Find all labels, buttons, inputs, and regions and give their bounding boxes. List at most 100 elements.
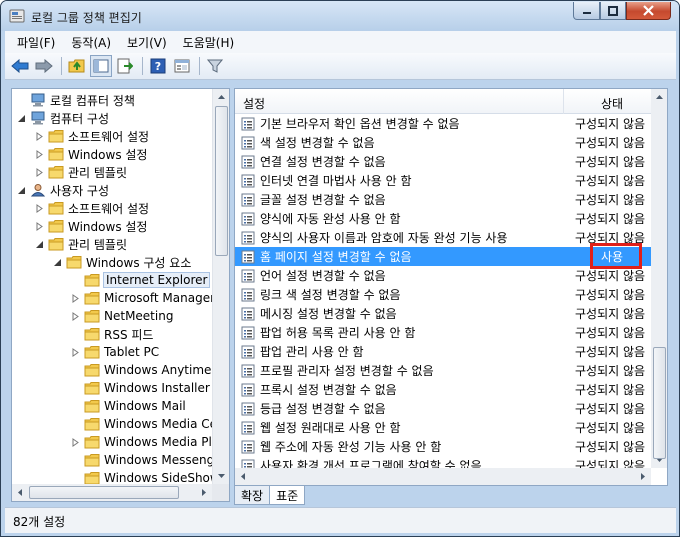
list-scroll-thumb[interactable] xyxy=(653,347,666,459)
policy-row[interactable]: 프로필 관리자 설정 변경할 수 없음 구성되지 않음 xyxy=(235,361,651,380)
policy-row[interactable]: 연결 설정 변경할 수 없음 구성되지 않음 xyxy=(235,152,651,171)
tree-item[interactable]: 관리 템플릿 xyxy=(34,163,127,181)
policy-row[interactable]: 글꼴 설정 변경할 수 없음 구성되지 않음 xyxy=(235,190,651,209)
tree-item[interactable]: Windows Media Cent xyxy=(70,415,229,433)
collapsed-arrow-icon[interactable] xyxy=(34,149,44,159)
tree-item[interactable]: 사용자 구성 xyxy=(16,181,109,199)
policy-row[interactable]: 팝업 허용 목록 관리 사용 안 함 구성되지 않음 xyxy=(235,323,651,342)
tree-item[interactable]: Windows Messenger xyxy=(70,451,227,469)
scroll-up-icon[interactable] xyxy=(651,89,668,106)
collapsed-arrow-icon[interactable] xyxy=(70,311,80,321)
policy-row[interactable]: 양식의 사용자 이름과 암호에 자동 완성 기능 사용 구성되지 않음 xyxy=(235,228,651,247)
scroll-left-icon[interactable] xyxy=(12,484,29,501)
menu-help[interactable]: 도움말(H) xyxy=(175,34,243,51)
expanded-arrow-icon[interactable] xyxy=(16,113,26,123)
expanded-arrow-icon[interactable] xyxy=(52,257,62,267)
folder-icon xyxy=(84,327,100,341)
tab-standard[interactable]: 표준 xyxy=(269,486,306,505)
tree-item[interactable]: 소프트웨어 설정 xyxy=(34,199,149,217)
menu-view[interactable]: 보기(V) xyxy=(119,34,175,51)
column-header-setting[interactable]: 설정 xyxy=(243,95,265,112)
scroll-right-icon[interactable] xyxy=(195,484,212,501)
list-pane[interactable]: 설정 상태 기본 브라우저 확인 옵션 변경할 수 없음 구성되지 않음 색 설정 … xyxy=(234,88,668,486)
collapsed-arrow-icon[interactable] xyxy=(70,437,80,447)
expanded-arrow-icon[interactable] xyxy=(16,185,26,195)
collapsed-arrow-icon[interactable] xyxy=(70,347,80,357)
menu-bar: 파일(F) 동작(A) 보기(V) 도움말(H) xyxy=(5,31,676,53)
tree-item[interactable]: Windows Installer xyxy=(70,379,210,397)
maximize-button[interactable] xyxy=(600,2,626,20)
tree-vertical-scrollbar[interactable] xyxy=(212,89,229,484)
tree-item-label: Windows Messenger xyxy=(104,453,227,467)
tree-item[interactable]: Tablet PC xyxy=(70,343,159,361)
collapsed-arrow-icon[interactable] xyxy=(34,131,44,141)
tree-horizontal-scrollbar[interactable] xyxy=(12,484,212,501)
minimize-button[interactable] xyxy=(573,2,600,20)
tree-item[interactable]: Microsoft Management xyxy=(70,289,229,307)
tree-pane[interactable]: 로컬 컴퓨터 정책 컴퓨터 구성 소프트웨어 설정 Windows 설정 관리 템플릿 사… xyxy=(11,88,230,502)
policy-row[interactable]: 팝업 관리 사용 안 함 구성되지 않음 xyxy=(235,342,651,361)
policy-row[interactable]: 양식에 자동 완성 사용 안 함 구성되지 않음 xyxy=(235,209,651,228)
scroll-up-icon[interactable] xyxy=(213,89,230,106)
policy-row[interactable]: 언어 설정 변경할 수 없음 구성되지 않음 xyxy=(235,266,651,285)
tree-item[interactable]: NetMeeting xyxy=(70,307,173,325)
tree-item[interactable]: Windows 설정 xyxy=(34,217,147,235)
policy-row[interactable]: 등급 설정 변경할 수 없음 구성되지 않음 xyxy=(235,399,651,418)
policy-row[interactable]: 기본 브라우저 확인 옵션 변경할 수 없음 구성되지 않음 xyxy=(235,114,651,133)
tree-item[interactable]: 관리 템플릿 xyxy=(34,235,127,253)
collapsed-arrow-icon[interactable] xyxy=(34,203,44,213)
folder-icon xyxy=(48,219,64,233)
policy-row[interactable]: 웹 설정 원래대로 사용 안 함 구성되지 않음 xyxy=(235,418,651,437)
up-level-button[interactable] xyxy=(66,55,88,77)
tree-item[interactable]: Windows Media Playe xyxy=(70,433,229,451)
collapsed-arrow-icon[interactable] xyxy=(34,221,44,231)
tree-item[interactable]: 소프트웨어 설정 xyxy=(34,127,149,145)
policy-name: 글꼴 설정 변경할 수 없음 xyxy=(260,193,386,207)
tree-item[interactable]: RSS 피드 xyxy=(70,325,153,343)
title-bar[interactable]: 로컬 그룹 정책 편집기 xyxy=(1,1,679,31)
scroll-down-icon[interactable] xyxy=(213,467,230,484)
policy-setting-icon xyxy=(241,269,255,283)
show-tree-button[interactable] xyxy=(90,55,112,77)
policy-row[interactable]: 인터넷 연결 마법사 사용 안 함 구성되지 않음 xyxy=(235,171,651,190)
policy-row[interactable]: 홈 페이지 설정 변경할 수 없음 사용 xyxy=(235,247,651,266)
list-horizontal-scrollbar[interactable] xyxy=(235,468,651,485)
policy-row[interactable]: 색 설정 변경할 수 없음 구성되지 않음 xyxy=(235,133,651,152)
menu-file[interactable]: 파일(F) xyxy=(9,34,63,51)
policy-row[interactable]: 프록시 설정 변경할 수 없음 구성되지 않음 xyxy=(235,380,651,399)
tree-item[interactable]: Windows 구성 요소 xyxy=(52,253,191,271)
folder-up-icon xyxy=(68,59,85,73)
tree-item[interactable]: 로컬 컴퓨터 정책 xyxy=(16,91,135,109)
properties-button[interactable] xyxy=(171,55,193,77)
tree-item[interactable]: Windows Mail xyxy=(70,397,186,415)
column-divider[interactable] xyxy=(563,89,564,114)
tree-hscroll-thumb[interactable] xyxy=(29,486,179,499)
menu-action[interactable]: 동작(A) xyxy=(63,34,119,51)
folder-icon xyxy=(48,147,64,161)
tab-extended[interactable]: 확장 xyxy=(234,486,271,505)
filter-button[interactable] xyxy=(204,55,226,77)
export-button[interactable] xyxy=(114,55,136,77)
scroll-left-icon[interactable] xyxy=(235,468,252,485)
tree-item[interactable]: Internet Explorer xyxy=(70,271,211,289)
back-button[interactable] xyxy=(9,55,31,77)
scroll-right-icon[interactable] xyxy=(634,468,651,485)
tree-item[interactable]: Windows 설정 xyxy=(34,145,147,163)
list-header: 설정 상태 xyxy=(235,89,667,114)
expanded-arrow-icon[interactable] xyxy=(34,239,44,249)
policy-row[interactable]: 메시징 설정 변경할 수 없음 구성되지 않음 xyxy=(235,304,651,323)
forward-button[interactable] xyxy=(33,55,55,77)
policy-row[interactable]: 웹 주소에 자동 완성 기능 사용 안 함 구성되지 않음 xyxy=(235,437,651,456)
collapsed-arrow-icon[interactable] xyxy=(70,293,80,303)
help-button[interactable]: ? xyxy=(147,55,169,77)
policy-state: 구성되지 않음 xyxy=(575,174,646,188)
policy-row[interactable]: 링크 색 설정 변경할 수 없음 구성되지 않음 xyxy=(235,285,651,304)
close-button[interactable] xyxy=(626,2,671,20)
tree-item[interactable]: 컴퓨터 구성 xyxy=(16,109,109,127)
tree-item[interactable]: Windows Anytime Up xyxy=(70,361,229,379)
collapsed-arrow-icon[interactable] xyxy=(34,167,44,177)
tree-scroll-thumb[interactable] xyxy=(215,106,228,256)
computer-icon xyxy=(30,111,46,125)
column-header-state[interactable]: 상태 xyxy=(601,95,623,112)
